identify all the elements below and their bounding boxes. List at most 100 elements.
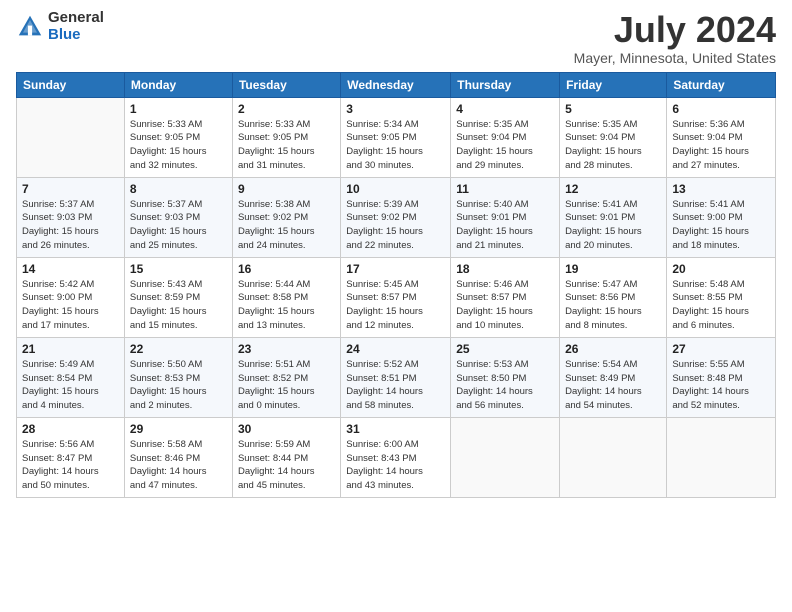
calendar-cell: 17 Sunrise: 5:45 AM Sunset: 8:57 PM Dayli… — [341, 257, 451, 337]
day-number: 16 — [238, 262, 335, 276]
day-info: Sunrise: 5:46 AM Sunset: 8:57 PM Dayligh… — [456, 278, 554, 333]
calendar-cell: 19 Sunrise: 5:47 AM Sunset: 8:56 PM Dayli… — [560, 257, 667, 337]
day-info: Sunrise: 5:35 AM Sunset: 9:04 PM Dayligh… — [456, 118, 554, 173]
calendar-cell: 25 Sunrise: 5:53 AM Sunset: 8:50 PM Dayli… — [451, 337, 560, 417]
day-info: Sunrise: 5:54 AM Sunset: 8:49 PM Dayligh… — [565, 358, 661, 413]
day-info: Sunrise: 5:40 AM Sunset: 9:01 PM Dayligh… — [456, 198, 554, 253]
calendar-cell: 7Sunrise: 5:37 AM Sunset: 9:03 PM Daylig… — [17, 177, 125, 257]
calendar-cell: 8 Sunrise: 5:37 AM Sunset: 9:03 PM Daylig… — [124, 177, 232, 257]
day-info: Sunrise: 5:44 AM Sunset: 8:58 PM Dayligh… — [238, 278, 335, 333]
col-header-monday: Monday — [124, 72, 232, 97]
calendar-table: SundayMondayTuesdayWednesdayThursdayFrid… — [16, 72, 776, 498]
calendar-cell: 1 Sunrise: 5:33 AM Sunset: 9:05 PM Daylig… — [124, 97, 232, 177]
day-info: Sunrise: 5:52 AM Sunset: 8:51 PM Dayligh… — [346, 358, 445, 413]
day-info: Sunrise: 5:33 AM Sunset: 9:05 PM Dayligh… — [238, 118, 335, 173]
calendar-cell: 28 Sunrise: 5:56 AM Sunset: 8:47 PM Dayli… — [17, 417, 125, 497]
day-number: 13 — [672, 182, 770, 196]
day-info: Sunrise: 5:58 AM Sunset: 8:46 PM Dayligh… — [130, 438, 227, 493]
day-info: Sunrise: 5:35 AM Sunset: 9:04 PM Dayligh… — [565, 118, 661, 173]
day-number: 24 — [346, 342, 445, 356]
calendar-week-row: 21Sunrise: 5:49 AM Sunset: 8:54 PM Dayli… — [17, 337, 776, 417]
day-number: 28 — [22, 422, 119, 436]
day-number: 22 — [130, 342, 227, 356]
day-info: Sunrise: 5:39 AM Sunset: 9:02 PM Dayligh… — [346, 198, 445, 253]
calendar-cell: 5 Sunrise: 5:35 AM Sunset: 9:04 PM Daylig… — [560, 97, 667, 177]
day-number: 1 — [130, 102, 227, 116]
calendar-week-row: 1 Sunrise: 5:33 AM Sunset: 9:05 PM Daylig… — [17, 97, 776, 177]
day-number: 7 — [22, 182, 119, 196]
day-info: Sunrise: 5:33 AM Sunset: 9:05 PM Dayligh… — [130, 118, 227, 173]
day-number: 14 — [22, 262, 119, 276]
day-number: 5 — [565, 102, 661, 116]
calendar-week-row: 7 Sunrise: 5:37 AM Sunset: 9:03 PM Daylig… — [17, 177, 776, 257]
day-number: 25 — [456, 342, 554, 356]
calendar-cell: 16 Sunrise: 5:44 AM Sunset: 8:58 PM Dayli… — [232, 257, 340, 337]
calendar-cell: 12 Sunrise: 5:41 AM Sunset: 9:01 PM Dayli… — [560, 177, 667, 257]
calendar-cell: 18 Sunrise: 5:46 AM Sunset: 8:57 PM Dayli… — [451, 257, 560, 337]
calendar-page: General Blue July 2024 Mayer, Minnesota,… — [0, 0, 792, 612]
logo: General Blue — [16, 10, 104, 43]
calendar-cell: 22 Sunrise: 5:50 AM Sunset: 8:53 PM Dayli… — [124, 337, 232, 417]
calendar-title: July 2024 — [574, 10, 776, 50]
day-info: Sunrise: 5:41 AM Sunset: 9:01 PM Dayligh… — [565, 198, 661, 253]
calendar-cell: 2Sunrise: 5:33 AM Sunset: 9:05 PM Daylig… — [232, 97, 340, 177]
day-info: Sunrise: 5:50 AM Sunset: 8:53 PM Dayligh… — [130, 358, 227, 413]
day-info: Sunrise: 5:45 AM Sunset: 8:57 PM Dayligh… — [346, 278, 445, 333]
day-number: 17 — [346, 262, 445, 276]
calendar-cell — [560, 417, 667, 497]
day-info: Sunrise: 5:43 AM Sunset: 8:59 PM Dayligh… — [130, 278, 227, 333]
day-info: Sunrise: 5:56 AM Sunset: 8:47 PM Dayligh… — [22, 438, 119, 493]
logo-icon — [16, 13, 44, 41]
day-info: Sunrise: 5:38 AM Sunset: 9:02 PM Dayligh… — [238, 198, 335, 253]
logo-text: General Blue — [48, 10, 104, 43]
calendar-cell: 21Sunrise: 5:49 AM Sunset: 8:54 PM Dayli… — [17, 337, 125, 417]
day-number: 19 — [565, 262, 661, 276]
calendar-cell: 29 Sunrise: 5:58 AM Sunset: 8:46 PM Dayli… — [124, 417, 232, 497]
day-number: 29 — [130, 422, 227, 436]
calendar-cell: 10Sunrise: 5:39 AM Sunset: 9:02 PM Dayli… — [341, 177, 451, 257]
calendar-cell: 11 Sunrise: 5:40 AM Sunset: 9:01 PM Dayli… — [451, 177, 560, 257]
logo-blue: Blue — [48, 27, 104, 44]
logo-general: General — [48, 10, 104, 27]
day-info: Sunrise: 5:59 AM Sunset: 8:44 PM Dayligh… — [238, 438, 335, 493]
day-info: Sunrise: 5:48 AM Sunset: 8:55 PM Dayligh… — [672, 278, 770, 333]
calendar-week-row: 14 Sunrise: 5:42 AM Sunset: 9:00 PM Dayli… — [17, 257, 776, 337]
day-info: Sunrise: 5:53 AM Sunset: 8:50 PM Dayligh… — [456, 358, 554, 413]
day-number: 11 — [456, 182, 554, 196]
day-info: Sunrise: 5:36 AM Sunset: 9:04 PM Dayligh… — [672, 118, 770, 173]
day-number: 30 — [238, 422, 335, 436]
day-number: 12 — [565, 182, 661, 196]
day-number: 23 — [238, 342, 335, 356]
col-header-tuesday: Tuesday — [232, 72, 340, 97]
calendar-cell: 9Sunrise: 5:38 AM Sunset: 9:02 PM Daylig… — [232, 177, 340, 257]
day-info: Sunrise: 6:00 AM Sunset: 8:43 PM Dayligh… — [346, 438, 445, 493]
col-header-thursday: Thursday — [451, 72, 560, 97]
calendar-cell: 30 Sunrise: 5:59 AM Sunset: 8:44 PM Dayli… — [232, 417, 340, 497]
col-header-sunday: Sunday — [17, 72, 125, 97]
calendar-cell: 14 Sunrise: 5:42 AM Sunset: 9:00 PM Dayli… — [17, 257, 125, 337]
calendar-cell: 20Sunrise: 5:48 AM Sunset: 8:55 PM Dayli… — [667, 257, 776, 337]
day-info: Sunrise: 5:49 AM Sunset: 8:54 PM Dayligh… — [22, 358, 119, 413]
col-header-friday: Friday — [560, 72, 667, 97]
day-info: Sunrise: 5:34 AM Sunset: 9:05 PM Dayligh… — [346, 118, 445, 173]
calendar-cell: 24 Sunrise: 5:52 AM Sunset: 8:51 PM Dayli… — [341, 337, 451, 417]
calendar-cell: 31 Sunrise: 6:00 AM Sunset: 8:43 PM Dayli… — [341, 417, 451, 497]
day-number: 27 — [672, 342, 770, 356]
calendar-cell: 4Sunrise: 5:35 AM Sunset: 9:04 PM Daylig… — [451, 97, 560, 177]
calendar-cell: 15Sunrise: 5:43 AM Sunset: 8:59 PM Dayli… — [124, 257, 232, 337]
calendar-header-row: SundayMondayTuesdayWednesdayThursdayFrid… — [17, 72, 776, 97]
day-number: 31 — [346, 422, 445, 436]
day-number: 26 — [565, 342, 661, 356]
day-info: Sunrise: 5:37 AM Sunset: 9:03 PM Dayligh… — [130, 198, 227, 253]
day-number: 3 — [346, 102, 445, 116]
col-header-saturday: Saturday — [667, 72, 776, 97]
calendar-week-row: 28 Sunrise: 5:56 AM Sunset: 8:47 PM Dayli… — [17, 417, 776, 497]
calendar-subtitle: Mayer, Minnesota, United States — [574, 50, 776, 66]
day-number: 8 — [130, 182, 227, 196]
calendar-cell: 26 Sunrise: 5:54 AM Sunset: 8:49 PM Dayli… — [560, 337, 667, 417]
day-number: 18 — [456, 262, 554, 276]
col-header-wednesday: Wednesday — [341, 72, 451, 97]
day-info: Sunrise: 5:47 AM Sunset: 8:56 PM Dayligh… — [565, 278, 661, 333]
day-info: Sunrise: 5:42 AM Sunset: 9:00 PM Dayligh… — [22, 278, 119, 333]
day-info: Sunrise: 5:41 AM Sunset: 9:00 PM Dayligh… — [672, 198, 770, 253]
